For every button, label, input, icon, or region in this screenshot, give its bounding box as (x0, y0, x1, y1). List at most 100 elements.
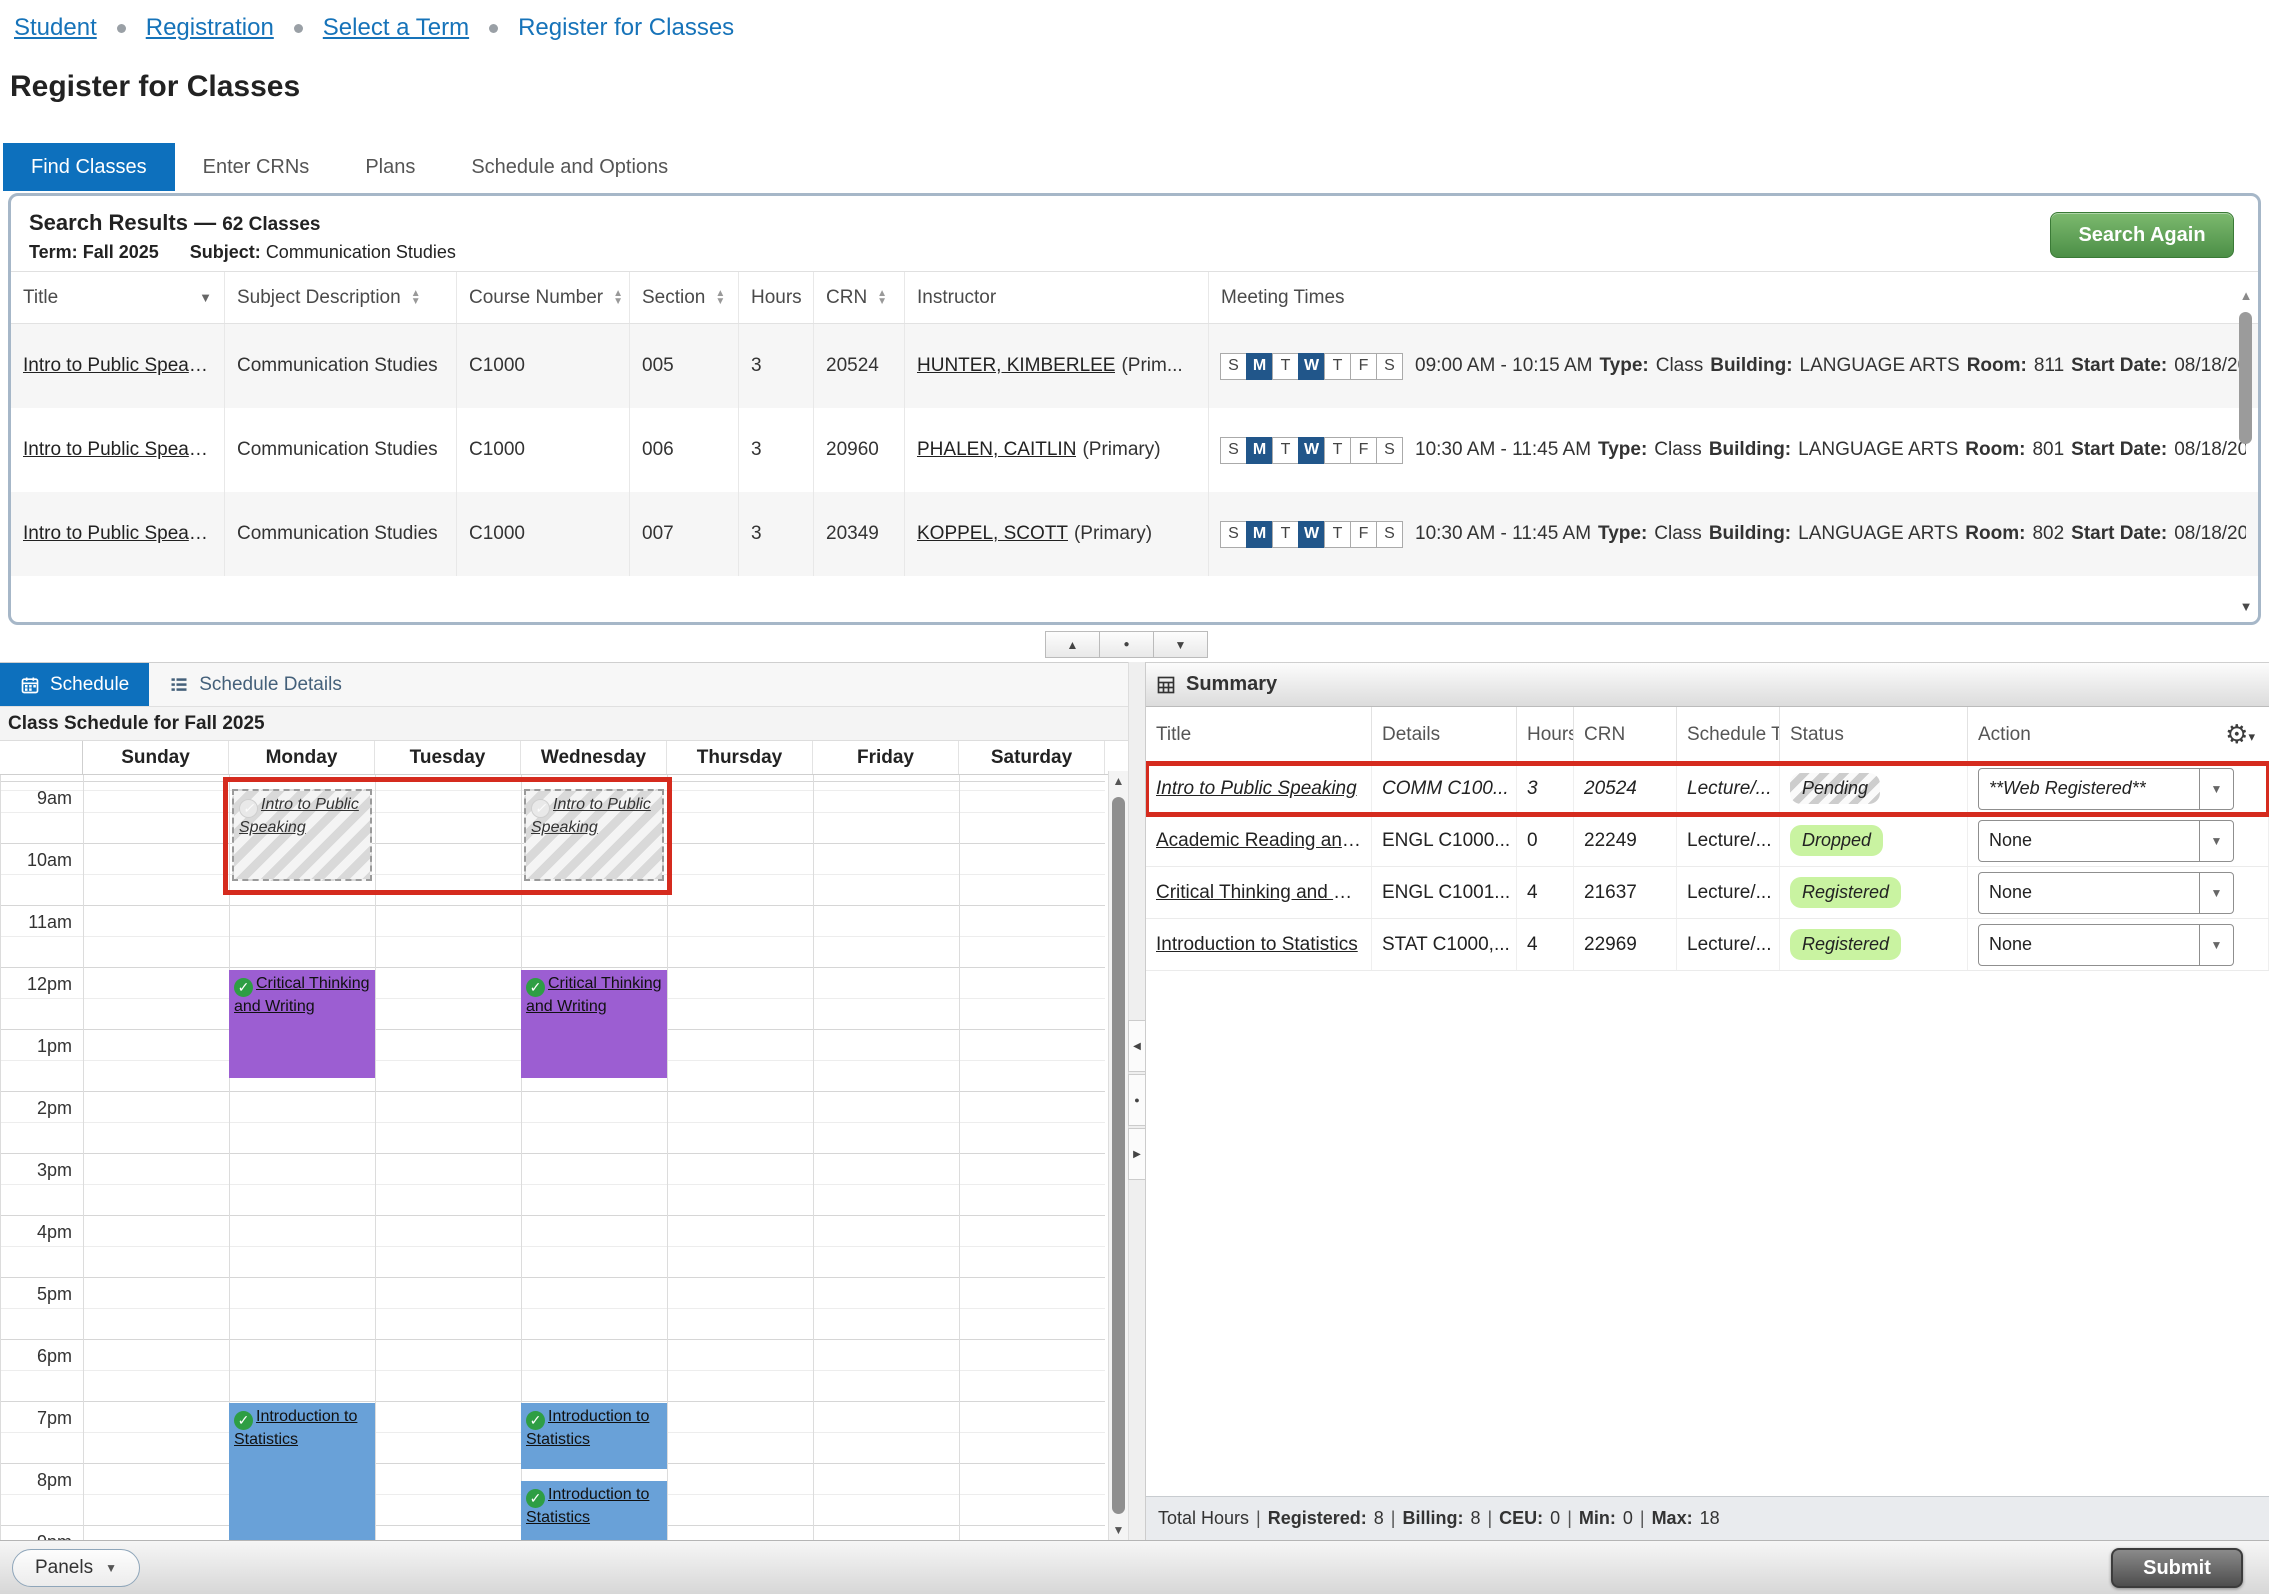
panel-resize-controls: ▲ ● ▼ (1046, 631, 1208, 658)
summary-course-link[interactable]: Intro to Public Speaking (1156, 778, 1357, 800)
search-criteria: Term: Fall 2025 Subject: Communication S… (29, 242, 2240, 263)
list-icon (169, 675, 189, 695)
tab-enter-crns[interactable]: Enter CRNs (175, 143, 338, 191)
breadcrumb-select-a-term[interactable]: Select a Term (323, 14, 469, 42)
panels-button[interactable]: Panels ▼ (12, 1549, 140, 1587)
collapse-left-button[interactable]: ◀ (1128, 1020, 1146, 1072)
tab-schedule-details[interactable]: Schedule Details (149, 663, 362, 706)
footer-bar: Panels ▼ Submit (0, 1540, 2269, 1594)
chevron-down-icon: ▼ (2199, 821, 2233, 861)
reset-split-button[interactable]: ● (1128, 1074, 1146, 1126)
summary-header: Summary (1146, 663, 2269, 707)
breadcrumb-register-for-classes: Register for Classes (518, 14, 734, 42)
course-title-link[interactable]: Intro to Public Speaking (23, 355, 212, 377)
column-header-title[interactable]: Title ▼ (11, 272, 224, 323)
calendar-event-registered[interactable]: ✓Introduction to Statistics (521, 1481, 667, 1540)
tab-plans[interactable]: Plans (337, 143, 443, 191)
meeting-days: SMTWTFS (1221, 353, 1403, 380)
time-label: 12pm (0, 974, 72, 995)
triangle-right-icon: ▶ (1133, 1149, 1141, 1160)
calendar-event-pending[interactable]: ✓Intro to Public Speaking (232, 789, 372, 881)
time-label: 9pm (0, 1532, 72, 1540)
check-icon: ✓ (526, 978, 545, 997)
time-label: 10am (0, 850, 72, 871)
schedule-scrollbar[interactable]: ▲ ▼ (1108, 771, 1128, 1540)
scroll-up-icon[interactable]: ▲ (1109, 774, 1128, 788)
instructor-note: (Prim... (1121, 355, 1182, 377)
status-badge: Registered (1790, 877, 1901, 908)
search-again-button[interactable]: Search Again (2050, 212, 2234, 258)
breadcrumb-student[interactable]: Student (14, 14, 97, 42)
time-gutter-header (0, 741, 83, 774)
scrollbar-thumb[interactable] (2239, 312, 2252, 444)
meeting-times-text: 10:30 AM - 11:45 AM Type:Class Building:… (1415, 439, 2246, 461)
search-results-count: 62 Classes (222, 214, 320, 235)
tab-find-classes[interactable]: Find Classes (3, 143, 175, 191)
breadcrumb-registration[interactable]: Registration (146, 14, 274, 42)
check-icon: ✓ (234, 978, 253, 997)
scroll-down-icon[interactable]: ▼ (2237, 599, 2255, 614)
summary-course-link[interactable]: Academic Reading and ... (1156, 830, 1361, 852)
chevron-down-icon: ▼ (2199, 769, 2233, 809)
column-header-instructor: Instructor (904, 272, 1208, 323)
time-label: 7pm (0, 1408, 72, 1429)
course-title-link[interactable]: Intro to Public Speaking (23, 523, 212, 545)
settings-gear-icon[interactable]: ⚙▾ (2225, 719, 2255, 752)
summary-row-pending: Intro to Public Speaking COMM C100... 3 … (1146, 763, 2269, 815)
column-header-course-number[interactable]: Course Number ▲▼ (456, 272, 629, 323)
sort-icon[interactable]: ▲▼ (411, 290, 421, 306)
reset-split-button[interactable]: ● (1099, 631, 1154, 658)
column-header-meeting-times: Meeting Times (1208, 272, 2258, 323)
calendar-grid: 9am 10am 11am 12pm 1pm 2pm 3pm 4pm 5pm 6… (0, 775, 1105, 1540)
breadcrumb: Student Registration Select a Term Regis… (14, 14, 734, 42)
sort-desc-icon[interactable]: ▼ (199, 290, 212, 305)
calendar-event-registered[interactable]: ✓Critical Thinking and Writing (229, 970, 375, 1078)
action-dropdown[interactable]: None ▼ (1978, 820, 2234, 862)
sort-icon[interactable]: ▲▼ (877, 290, 887, 306)
results-scrollbar[interactable]: ▲ ▼ (2237, 288, 2255, 614)
summary-column-schedule-type: Schedule Type (1677, 707, 1780, 762)
breadcrumb-separator-icon (117, 24, 126, 33)
summary-course-link[interactable]: Introduction to Statistics (1156, 934, 1358, 956)
action-dropdown[interactable]: None ▼ (1978, 924, 2234, 966)
status-badge: Dropped (1790, 825, 1883, 856)
calendar-event-pending[interactable]: ✓Intro to Public Speaking (524, 789, 664, 881)
expand-up-button[interactable]: ▲ (1045, 631, 1100, 658)
action-dropdown[interactable]: None ▼ (1978, 872, 2234, 914)
sort-icon[interactable]: ▲▼ (613, 290, 623, 306)
course-title-link[interactable]: Intro to Public Speaking (23, 439, 212, 461)
panel-divider[interactable]: ◀ ● ▶ (1128, 662, 1146, 1540)
summary-title: Summary (1186, 673, 1277, 696)
search-results-table: Title ▼ Subject Description ▲▼ Course Nu… (11, 271, 2258, 576)
column-header-subject-description[interactable]: Subject Description ▲▼ (224, 272, 456, 323)
submit-button[interactable]: Submit (2111, 1548, 2243, 1588)
tab-schedule[interactable]: Schedule (0, 663, 149, 706)
expand-down-button[interactable]: ▼ (1153, 631, 1208, 658)
instructor-link[interactable]: KOPPEL, SCOTT (917, 523, 1068, 545)
scroll-down-icon[interactable]: ▼ (1109, 1523, 1128, 1537)
collapse-right-button[interactable]: ▶ (1128, 1128, 1146, 1180)
sort-icon[interactable]: ▲▼ (715, 290, 725, 306)
instructor-link[interactable]: HUNTER, KIMBERLEE (917, 355, 1115, 377)
table-row: Intro to Public Speaking Communication S… (11, 408, 2258, 492)
search-results-table-header: Title ▼ Subject Description ▲▼ Course Nu… (11, 272, 2258, 324)
time-label: 2pm (0, 1098, 72, 1119)
summary-course-link[interactable]: Critical Thinking and Wr... (1156, 882, 1361, 904)
scroll-up-icon[interactable]: ▲ (2237, 288, 2255, 303)
calendar-day-header: Sunday Monday Tuesday Wednesday Thursday… (0, 741, 1128, 775)
day-header-friday: Friday (813, 741, 959, 774)
column-header-section[interactable]: Section ▲▼ (629, 272, 738, 323)
summary-column-status: Status (1780, 707, 1968, 762)
summary-column-hours: Hours (1517, 707, 1574, 762)
calendar-event-registered[interactable]: ✓Introduction to Statistics (521, 1403, 667, 1469)
tab-schedule-and-options[interactable]: Schedule and Options (443, 143, 696, 191)
check-icon: ✓ (239, 799, 258, 818)
meeting-times-text: 09:00 AM - 10:15 AM Type:Class Building:… (1415, 355, 2246, 377)
action-dropdown[interactable]: **Web Registered** ▼ (1978, 768, 2234, 810)
column-header-crn[interactable]: CRN ▲▼ (813, 272, 904, 323)
summary-column-crn: CRN (1574, 707, 1677, 762)
calendar-event-registered[interactable]: ✓Critical Thinking and Writing (521, 970, 667, 1078)
calendar-event-registered[interactable]: ✓Introduction to Statistics (229, 1403, 375, 1540)
scrollbar-thumb[interactable] (1112, 797, 1125, 1514)
instructor-link[interactable]: PHALEN, CAITLIN (917, 439, 1076, 461)
